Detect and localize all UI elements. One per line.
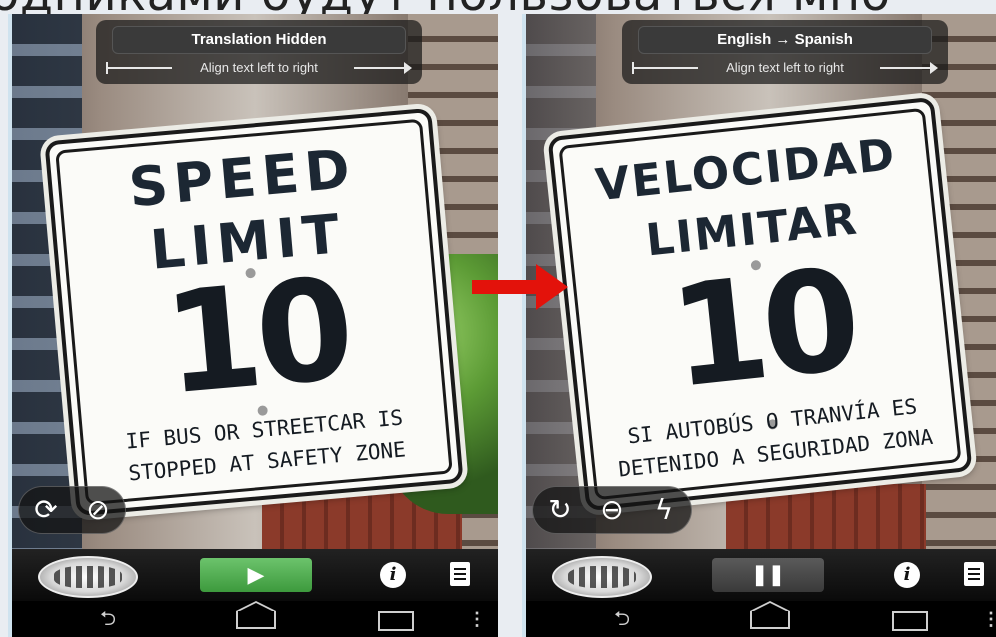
language-pair-button[interactable]: English → Spanish xyxy=(638,26,932,54)
info-icon[interactable]: i xyxy=(894,562,920,588)
camera-controls: ⟳ ⊘ xyxy=(18,486,126,534)
recent-apps-icon[interactable] xyxy=(892,611,928,631)
overflow-menu-icon[interactable]: ⋮ xyxy=(982,609,996,630)
mode-label-button[interactable]: Translation Hidden xyxy=(112,26,406,54)
recent-apps-icon[interactable] xyxy=(378,611,414,631)
camera-controls: ↻ ⊖ ϟ xyxy=(532,486,692,534)
world-map-icon[interactable] xyxy=(552,556,652,598)
home-icon[interactable] xyxy=(750,601,790,629)
dictionary-book-icon[interactable] xyxy=(450,562,470,586)
overlay-topbar: English → Spanish Align text left to rig… xyxy=(622,20,948,84)
brick-building xyxy=(726,484,926,549)
zoom-out-icon[interactable]: ⊖ xyxy=(595,493,629,527)
map-land xyxy=(54,566,122,588)
overlay-topbar: Translation Hidden Align text left to ri… xyxy=(96,20,422,84)
flash-icon[interactable]: ϟ xyxy=(647,493,681,527)
eye-slash-icon[interactable]: ⊘ xyxy=(81,493,115,527)
info-icon[interactable]: i xyxy=(380,562,406,588)
app-bottom-bar: ▶ i xyxy=(12,549,498,601)
rotate-lock-icon[interactable]: ⟳ xyxy=(29,493,63,527)
speed-limit-sign: SPEED LIMIT 10 IF BUS OR STREETCAR IS ST… xyxy=(44,107,464,517)
app-bottom-bar: ❚❚ i xyxy=(526,549,996,601)
play-button[interactable]: ▶ xyxy=(200,558,312,592)
overflow-menu-icon[interactable]: ⋮ xyxy=(468,609,486,630)
map-land xyxy=(568,566,636,588)
back-icon[interactable]: ⮌ xyxy=(100,609,116,629)
align-arrow-right-icon xyxy=(880,62,938,74)
world-map-icon[interactable] xyxy=(38,556,138,598)
android-navbar: ⮌ ⋮ xyxy=(12,601,498,637)
translated-sign: VELOCIDAD LIMITAR 10 SI AUTOBÚS O TRANVÍ… xyxy=(547,96,973,512)
red-arrow-icon xyxy=(472,264,568,310)
phone-screen-original: SPEED LIMIT 10 IF BUS OR STREETCAR IS ST… xyxy=(8,14,498,637)
phone-screen-translated: VELOCIDAD LIMITAR 10 SI AUTOBÚS O TRANVÍ… xyxy=(522,14,996,637)
dictionary-book-icon[interactable] xyxy=(964,562,984,586)
camera-view: SPEED LIMIT 10 IF BUS OR STREETCAR IS ST… xyxy=(12,14,498,549)
refresh-icon[interactable]: ↻ xyxy=(543,493,577,527)
pause-button[interactable]: ❚❚ xyxy=(712,558,824,592)
camera-view: VELOCIDAD LIMITAR 10 SI AUTOBÚS O TRANVÍ… xyxy=(526,14,996,549)
home-icon[interactable] xyxy=(236,601,276,629)
android-navbar: ⮌ ⋮ xyxy=(526,601,996,637)
align-arrow-right-icon xyxy=(354,62,412,74)
back-icon[interactable]: ⮌ xyxy=(614,609,630,629)
